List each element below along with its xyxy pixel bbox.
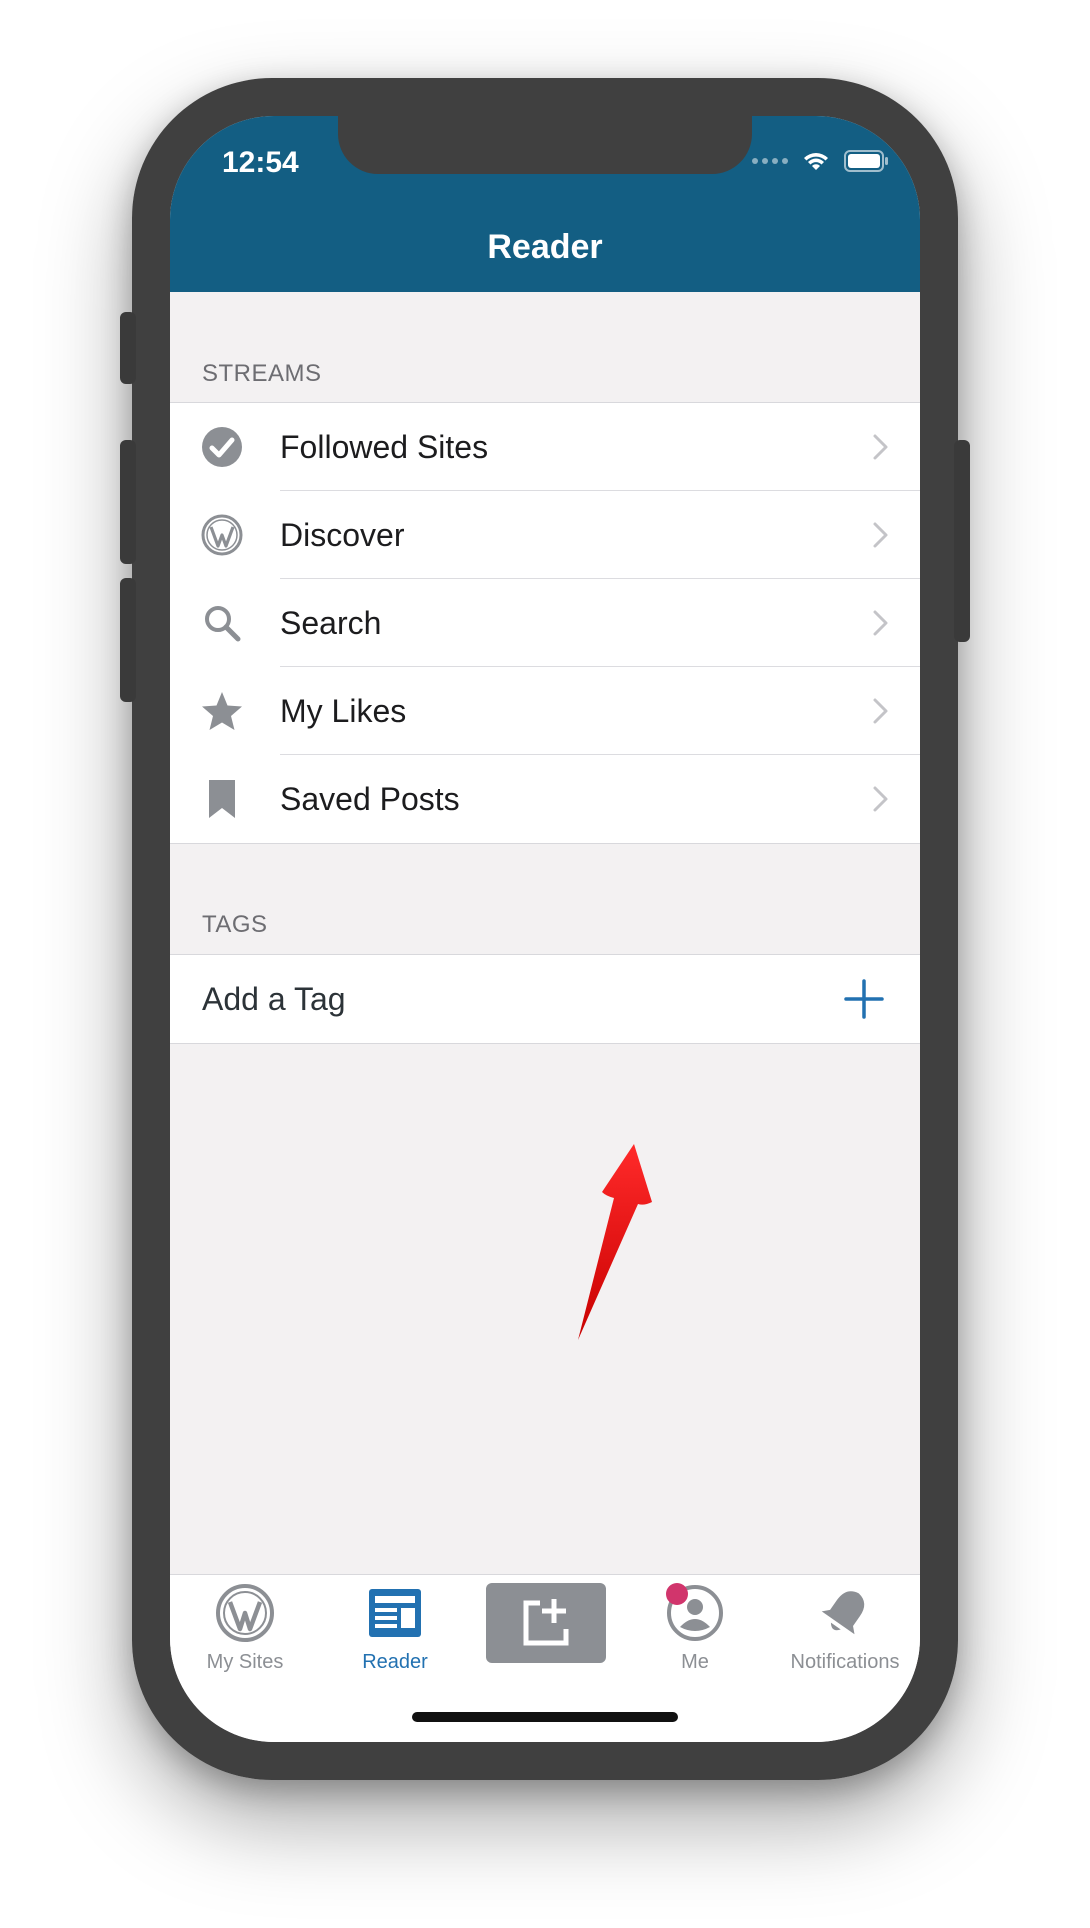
navigation-bar: 12:54 Reader xyxy=(170,116,920,292)
bell-icon xyxy=(821,1591,865,1635)
volume-down-button xyxy=(120,578,136,702)
annotation-arrow xyxy=(578,1144,652,1340)
tags-section-header: TAGS xyxy=(202,911,268,938)
stream-item-label: Discover xyxy=(280,517,405,553)
star-icon xyxy=(202,692,242,730)
notch xyxy=(338,116,752,174)
battery-icon xyxy=(844,150,888,172)
bookmark-icon xyxy=(209,780,235,818)
checkmark-circle-icon xyxy=(202,427,242,467)
stream-item-label: Search xyxy=(280,605,382,641)
chevron-right-icon xyxy=(873,434,888,460)
tab-notifications[interactable]: Notifications xyxy=(770,1583,920,1674)
volume-up-button xyxy=(120,440,136,564)
tab-reader[interactable]: Reader xyxy=(320,1583,470,1674)
stream-item-my-likes[interactable]: My Likes xyxy=(170,667,920,755)
status-indicators xyxy=(752,150,890,172)
tags-list: Add a Tag xyxy=(170,954,920,1044)
write-post-icon xyxy=(523,1599,569,1646)
chevron-right-icon xyxy=(873,522,888,548)
stream-item-discover[interactable]: Discover xyxy=(170,491,920,579)
cellular-signal-icon xyxy=(752,158,788,164)
stream-item-search[interactable]: Search xyxy=(170,579,920,667)
plus-icon[interactable] xyxy=(844,979,884,1019)
chevron-right-icon xyxy=(873,786,888,812)
home-indicator[interactable] xyxy=(412,1712,678,1722)
reader-icon xyxy=(369,1589,421,1637)
chevron-right-icon xyxy=(873,610,888,636)
tab-me[interactable]: Me xyxy=(620,1583,770,1674)
streams-section-header: STREAMS xyxy=(202,360,322,387)
search-icon xyxy=(205,606,241,642)
status-time: 12:54 xyxy=(222,146,299,179)
mute-switch xyxy=(120,312,136,384)
wordpress-icon xyxy=(201,514,243,556)
tab-label: Me xyxy=(681,1651,709,1673)
stream-item-label: Saved Posts xyxy=(280,781,460,817)
stream-item-followed-sites[interactable]: Followed Sites xyxy=(170,403,920,491)
tab-label: Reader xyxy=(362,1651,428,1673)
page-title: Reader xyxy=(487,228,603,266)
wifi-icon xyxy=(804,153,828,170)
stream-item-label: Followed Sites xyxy=(280,429,489,465)
streams-list: Followed Sites Discover Search My Likes … xyxy=(170,402,920,844)
tab-label: Notifications xyxy=(790,1651,900,1673)
tab-label: My Sites xyxy=(206,1651,284,1673)
add-tag-label: Add a Tag xyxy=(202,981,346,1017)
stream-item-saved-posts[interactable]: Saved Posts xyxy=(170,755,920,843)
add-tag-row[interactable]: Add a Tag xyxy=(170,955,920,1043)
wordpress-icon xyxy=(216,1584,274,1642)
stream-item-label: My Likes xyxy=(280,693,407,729)
notification-badge xyxy=(666,1583,688,1605)
write-post-button[interactable] xyxy=(486,1583,606,1663)
chevron-right-icon xyxy=(873,698,888,724)
phone-screen: 12:54 Reader STREAMS Followed Sites Disc… xyxy=(170,116,920,1742)
power-button xyxy=(954,440,970,642)
tab-my-sites[interactable]: My Sites xyxy=(170,1583,320,1674)
